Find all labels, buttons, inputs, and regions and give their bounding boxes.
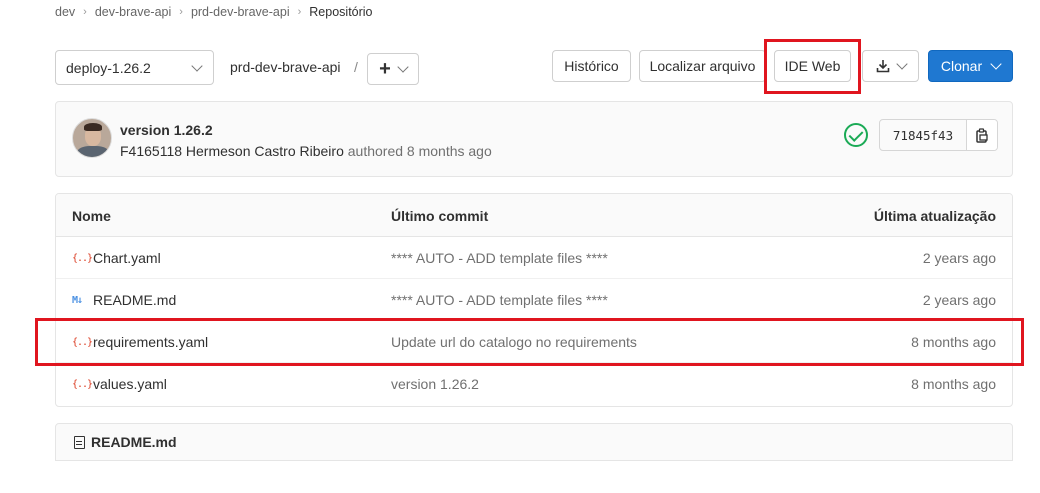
table-row[interactable]: {..} Chart.yaml **** AUTO - ADD template… — [56, 237, 1012, 279]
breadcrumb-dev-brave-api[interactable]: dev-brave-api — [95, 5, 171, 19]
breadcrumb: dev › dev-brave-api › prd-dev-brave-api … — [55, 3, 373, 21]
project-path-link[interactable]: prd-dev-brave-api — [230, 59, 341, 75]
file-commit-message[interactable]: version 1.26.2 — [391, 376, 479, 392]
readme-filename[interactable]: README.md — [91, 434, 177, 450]
copy-sha-button[interactable] — [967, 120, 997, 150]
file-name-link[interactable]: README.md — [93, 292, 176, 308]
commit-meta: F4165118 Hermeson Castro Ribeiro authore… — [120, 143, 492, 159]
column-name-header: Nome — [72, 208, 111, 224]
breadcrumb-prd-dev-brave-api[interactable]: prd-dev-brave-api — [191, 5, 290, 19]
chevron-right-icon: › — [297, 6, 302, 18]
markdown-file-icon: M↓ — [72, 294, 83, 306]
table-header: Nome Último commit Última atualização — [56, 194, 1012, 237]
commit-author[interactable]: F4165118 Hermeson Castro Ribeiro — [120, 143, 344, 159]
plus-icon: + — [379, 58, 391, 80]
chevron-down-icon — [895, 58, 908, 70]
commit-sha-group: 71845f43 — [879, 119, 998, 151]
branch-name: deploy-1.26.2 — [66, 59, 151, 76]
file-updated-time: 2 years ago — [922, 292, 996, 308]
download-icon — [876, 60, 889, 73]
yaml-file-icon: {..} — [72, 252, 93, 264]
chevron-right-icon: › — [179, 6, 183, 18]
table-row[interactable]: M↓ README.md **** AUTO - ADD template fi… — [56, 279, 1012, 321]
avatar[interactable] — [72, 118, 112, 158]
download-dropdown-button[interactable] — [862, 50, 919, 82]
commit-authored-time: authored 8 months ago — [347, 143, 492, 159]
chevron-down-icon — [397, 61, 409, 73]
history-button[interactable]: Histórico — [552, 50, 631, 82]
file-name-link[interactable]: values.yaml — [93, 376, 167, 392]
file-text-icon — [74, 435, 85, 449]
clipboard-icon — [975, 127, 988, 143]
commit-title[interactable]: version 1.26.2 — [120, 122, 213, 138]
pipeline-passed-icon[interactable] — [844, 123, 868, 147]
chevron-right-icon: › — [83, 6, 87, 18]
file-updated-time: 8 months ago — [911, 376, 996, 392]
clone-label: Clonar — [940, 58, 983, 74]
commit-sha[interactable]: 71845f43 — [880, 120, 967, 150]
last-commit-panel: version 1.26.2 F4165118 Hermeson Castro … — [55, 101, 1013, 177]
chevron-down-icon — [990, 58, 1002, 70]
find-file-button[interactable]: Localizar arquivo — [639, 50, 766, 82]
breadcrumb-dev[interactable]: dev — [55, 5, 75, 19]
requirements-row-highlight — [35, 318, 1024, 366]
readme-header: README.md — [55, 423, 1013, 461]
file-name-link[interactable]: Chart.yaml — [93, 250, 161, 266]
chevron-down-icon — [191, 59, 203, 72]
web-ide-highlight — [764, 39, 861, 94]
clone-button[interactable]: Clonar — [928, 50, 1013, 82]
file-updated-time: 2 years ago — [922, 250, 996, 266]
table-row[interactable]: {..} values.yaml version 1.26.2 8 months… — [56, 363, 1012, 405]
column-last-update-header: Última atualização — [873, 208, 996, 224]
breadcrumb-current[interactable]: Repositório — [309, 5, 372, 19]
file-tree-table: Nome Último commit Última atualização {.… — [55, 193, 1013, 407]
path-separator: / — [354, 59, 358, 75]
file-commit-message[interactable]: **** AUTO - ADD template files **** — [391, 292, 608, 308]
yaml-file-icon: {..} — [72, 378, 93, 390]
add-dropdown-button[interactable]: + — [367, 53, 419, 85]
branch-select[interactable]: deploy-1.26.2 — [55, 50, 214, 85]
column-last-commit-header: Último commit — [391, 208, 489, 224]
file-commit-message[interactable]: **** AUTO - ADD template files **** — [391, 250, 608, 266]
